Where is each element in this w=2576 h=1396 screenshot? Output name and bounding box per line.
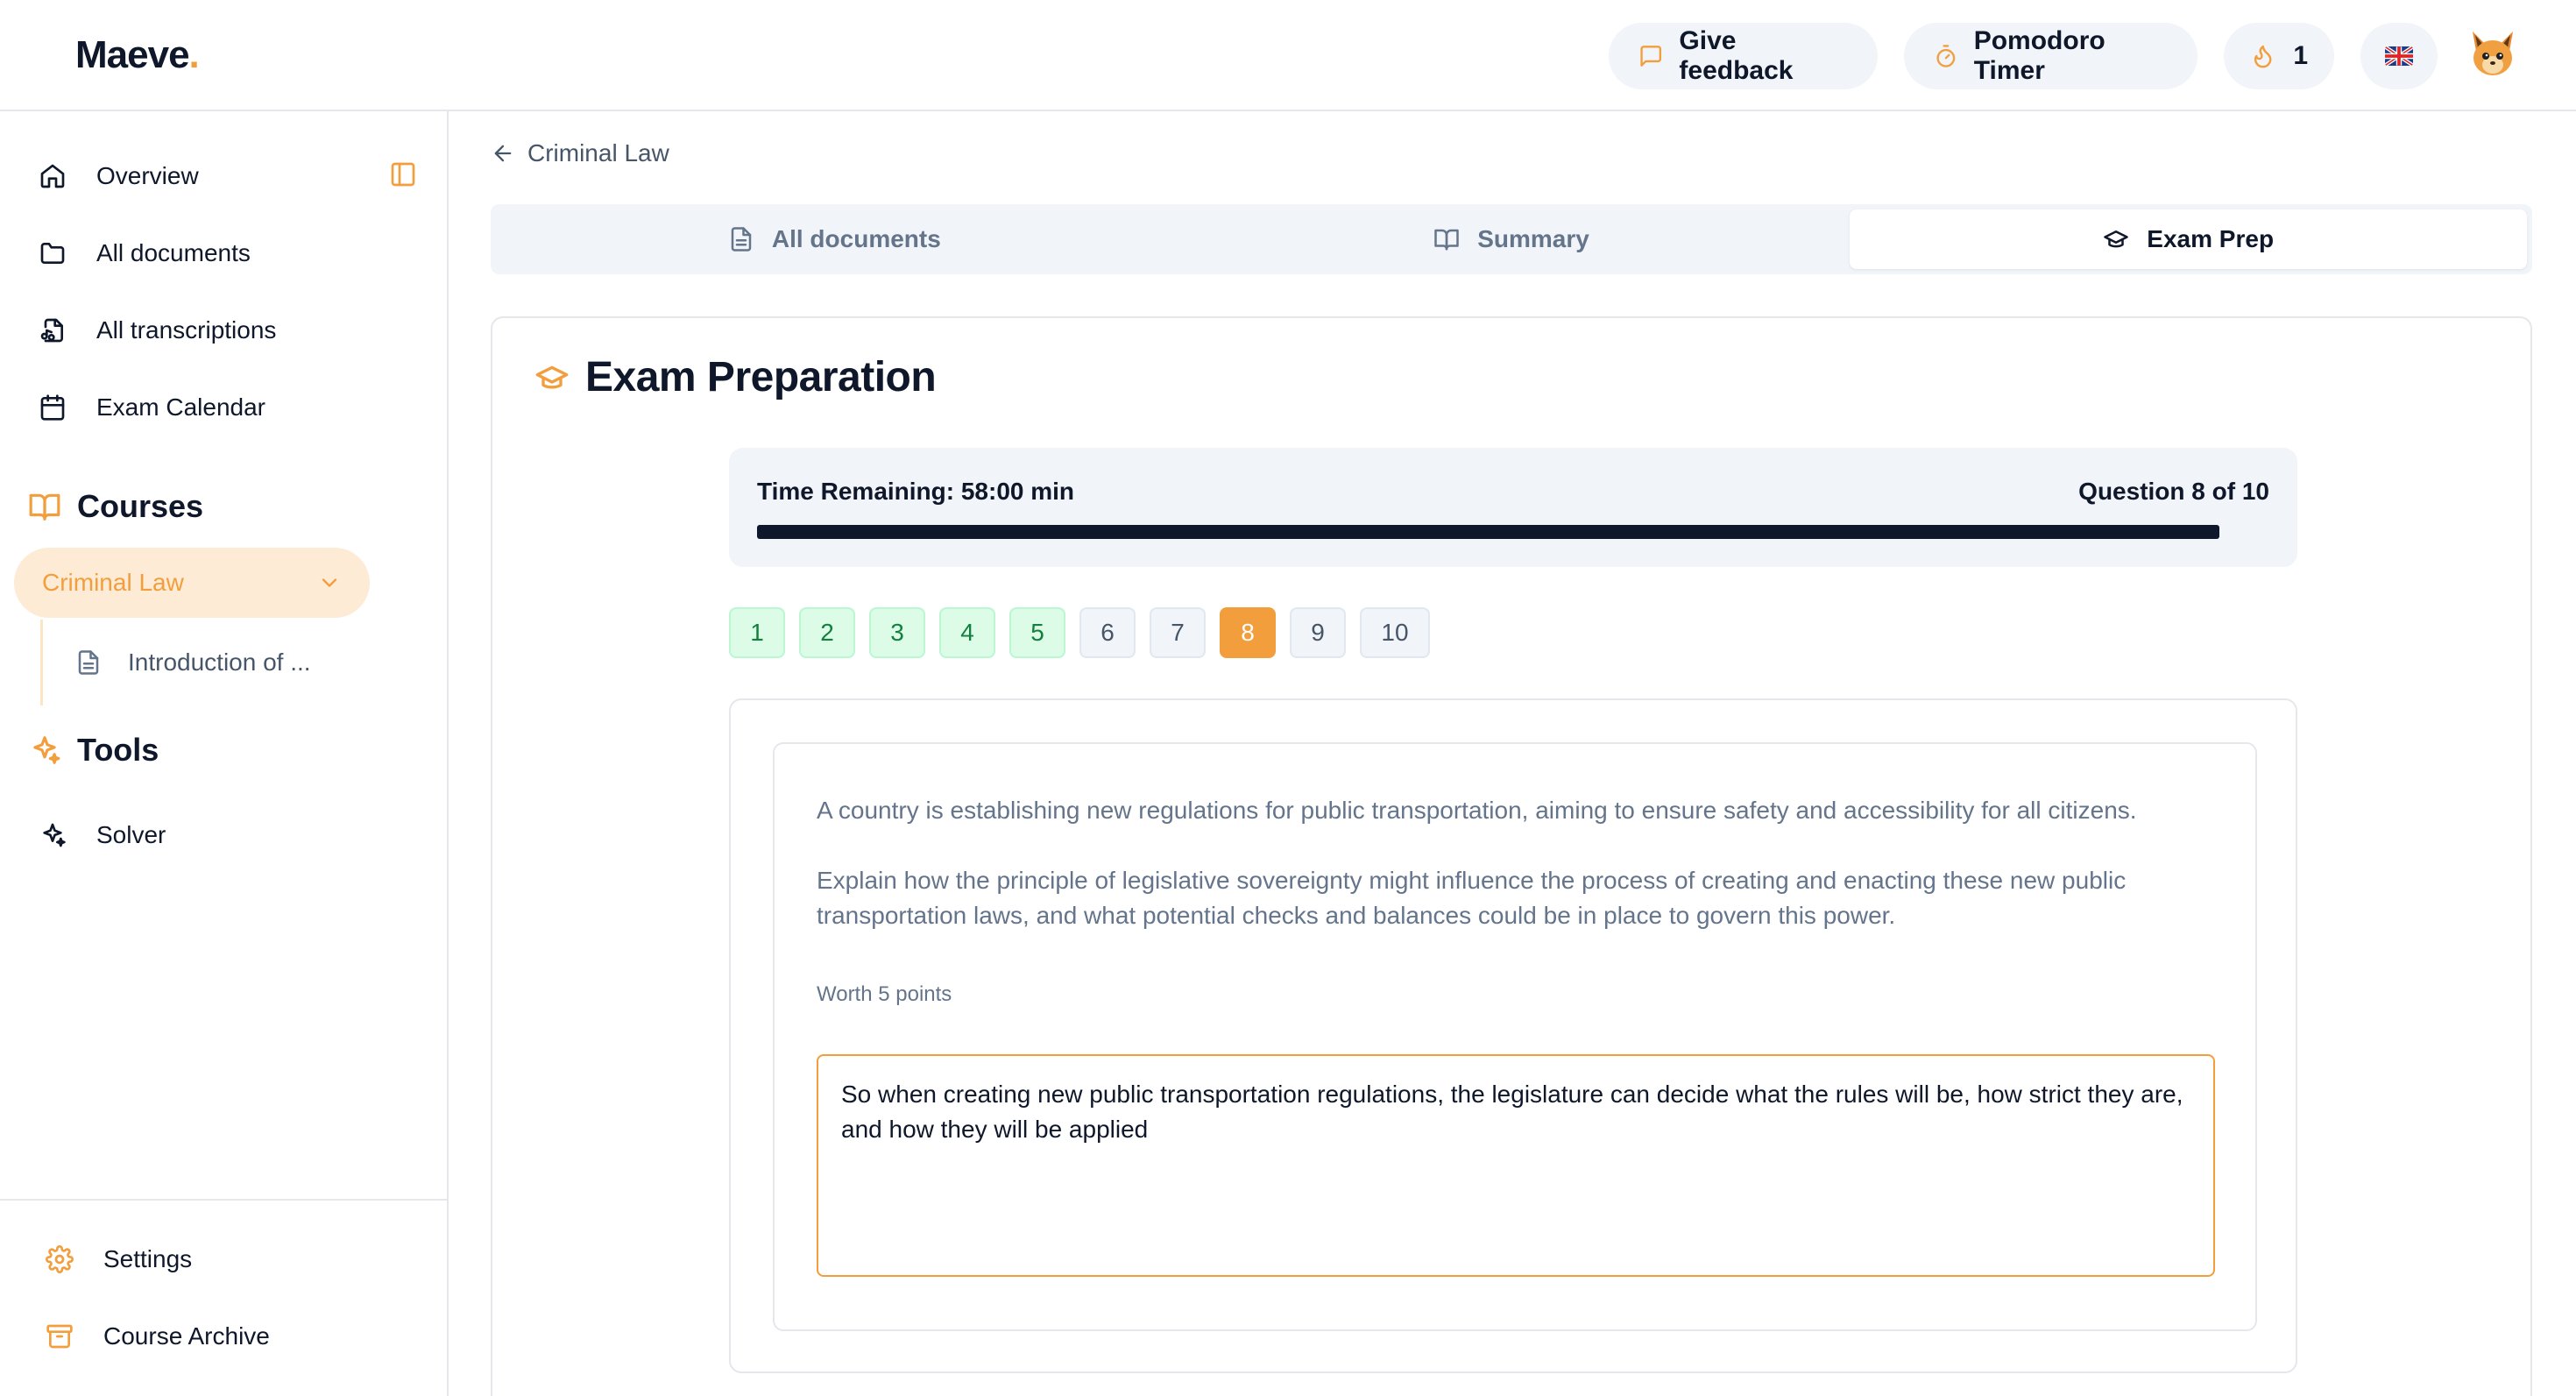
- question-card: A country is establishing new regulation…: [773, 742, 2257, 1331]
- question-navigator: 1 2 3 4 5 6 7 8 9 10: [729, 607, 1430, 658]
- sidebar-item-all-documents[interactable]: All documents: [39, 227, 251, 280]
- time-progress-bar: [757, 525, 2269, 539]
- streak-count: 1: [2293, 41, 2308, 70]
- graduation-cap-icon: [535, 365, 569, 388]
- tools-heading: Tools: [28, 732, 159, 769]
- course-item-label: Criminal Law: [42, 569, 184, 596]
- time-remaining: Time Remaining: 58:00 min: [757, 478, 1075, 505]
- question-panel: A country is establishing new regulation…: [729, 698, 2297, 1373]
- tab-label: All documents: [771, 225, 941, 252]
- timer-icon: [1936, 45, 1956, 67]
- question-button-9[interactable]: 9: [1290, 607, 1346, 658]
- back-link-label: Criminal Law: [527, 139, 669, 167]
- uk-flag-icon: [2385, 46, 2413, 66]
- course-tree-line: [40, 620, 43, 705]
- question-button-7[interactable]: 7: [1150, 607, 1206, 658]
- sidebar-divider: [0, 1199, 447, 1201]
- course-doc-label: Introduction of ...: [128, 648, 311, 676]
- course-item-criminal-law[interactable]: Criminal Law: [14, 548, 370, 618]
- sidebar-item-exam-calendar[interactable]: Exam Calendar: [39, 381, 265, 434]
- tab-all-documents[interactable]: All documents: [496, 209, 1173, 269]
- exam-title: Exam Preparation: [534, 353, 937, 401]
- home-icon: [40, 164, 65, 188]
- exam-timer-panel: Time Remaining: 58:00 min Question 8 of …: [729, 448, 2297, 567]
- question-button-2[interactable]: 2: [799, 607, 855, 658]
- book-open-icon: [29, 493, 60, 521]
- file-text-icon: [731, 227, 752, 252]
- main-content: Criminal Law All documents Summary Exam …: [449, 111, 2576, 1396]
- streak-button[interactable]: 1: [2224, 23, 2334, 89]
- sidebar-item-settings[interactable]: Settings: [46, 1233, 192, 1286]
- question-text: A country is establishing new regulation…: [817, 793, 2183, 933]
- flame-icon: [2254, 45, 2272, 68]
- pomodoro-timer-button[interactable]: Pomodoro Timer: [1904, 23, 2197, 89]
- folder-icon: [40, 243, 65, 264]
- tab-label: Exam Prep: [2147, 225, 2275, 252]
- question-button-4[interactable]: 4: [939, 607, 995, 658]
- back-to-course-link[interactable]: Criminal Law: [491, 139, 669, 167]
- fox-avatar-icon[interactable]: [2464, 25, 2522, 82]
- give-feedback-label: Give feedback: [1679, 26, 1794, 85]
- course-tabs: All documents Summary Exam Prep: [491, 204, 2532, 274]
- tools-heading-label: Tools: [77, 732, 159, 768]
- question-button-8[interactable]: 8: [1220, 607, 1276, 658]
- question-button-1[interactable]: 1: [729, 607, 785, 658]
- sidebar-item-label: All transcriptions: [96, 316, 277, 344]
- book-open-icon: [1434, 229, 1459, 251]
- graduation-cap-icon: [2104, 230, 2129, 248]
- question-button-5[interactable]: 5: [1009, 607, 1065, 658]
- sidebar-item-label: Exam Calendar: [96, 393, 265, 421]
- logo[interactable]: Maeve.: [75, 33, 200, 77]
- exam-card: Exam Preparation Time Remaining: 58:00 m…: [491, 316, 2532, 1396]
- sparkles-icon: [43, 823, 66, 847]
- sidebar-item-overview[interactable]: Overview: [39, 150, 199, 202]
- question-button-6[interactable]: 6: [1079, 607, 1136, 658]
- pomodoro-timer-label: Pomodoro Timer: [1973, 26, 2105, 85]
- language-button[interactable]: [2360, 23, 2438, 89]
- sidebar: Overview All documents All transcription…: [0, 111, 449, 1396]
- sidebar-toggle-icon[interactable]: [389, 160, 417, 188]
- chevron-down-icon[interactable]: [317, 570, 342, 595]
- sidebar-item-solver[interactable]: Solver: [39, 809, 166, 861]
- file-text-icon: [78, 650, 99, 675]
- sparkles-icon: [33, 736, 60, 764]
- top-bar: Maeve. Give feedback Pomodoro Timer 1: [0, 0, 2576, 111]
- answer-textarea[interactable]: So when creating new public transportati…: [817, 1054, 2215, 1277]
- sidebar-item-label: All documents: [96, 239, 251, 266]
- logo-text: Maeve: [75, 33, 190, 76]
- archive-icon: [46, 1324, 73, 1349]
- tab-exam-prep[interactable]: Exam Prep: [1850, 209, 2528, 269]
- courses-heading: Courses: [28, 488, 203, 525]
- file-audio-icon: [40, 318, 63, 343]
- app-root: Maeve. Give feedback Pomodoro Timer 1 Ov…: [0, 0, 2576, 1396]
- sidebar-item-all-transcriptions[interactable]: All transcriptions: [39, 304, 276, 357]
- question-prompt: Explain how the principle of legislative…: [817, 867, 2127, 929]
- course-doc-item[interactable]: Introduction of ...: [75, 648, 311, 677]
- question-button-3[interactable]: 3: [869, 607, 925, 658]
- sidebar-item-course-archive[interactable]: Course Archive: [46, 1310, 270, 1363]
- question-counter: Question 8 of 10: [2078, 478, 2269, 505]
- logo-dot: .: [188, 33, 200, 76]
- give-feedback-button[interactable]: Give feedback: [1609, 23, 1878, 89]
- question-button-10[interactable]: 10: [1360, 607, 1430, 658]
- gear-icon: [46, 1245, 74, 1273]
- courses-heading-label: Courses: [77, 488, 204, 524]
- time-progress-fill: [757, 525, 2220, 539]
- sidebar-item-label: Solver: [96, 821, 166, 848]
- exam-title-label: Exam Preparation: [585, 354, 937, 400]
- calendar-icon: [40, 394, 65, 421]
- question-context: A country is establishing new regulation…: [817, 797, 2137, 824]
- message-square-icon: [1640, 46, 1662, 67]
- sidebar-item-label: Course Archive: [103, 1322, 270, 1350]
- sidebar-item-label: Settings: [103, 1245, 193, 1272]
- tab-summary[interactable]: Summary: [1173, 209, 1851, 269]
- tab-label: Summary: [1477, 225, 1589, 252]
- sidebar-item-label: Overview: [96, 162, 199, 189]
- question-points: Worth 5 points: [817, 982, 952, 1006]
- arrow-left-icon: [494, 145, 512, 162]
